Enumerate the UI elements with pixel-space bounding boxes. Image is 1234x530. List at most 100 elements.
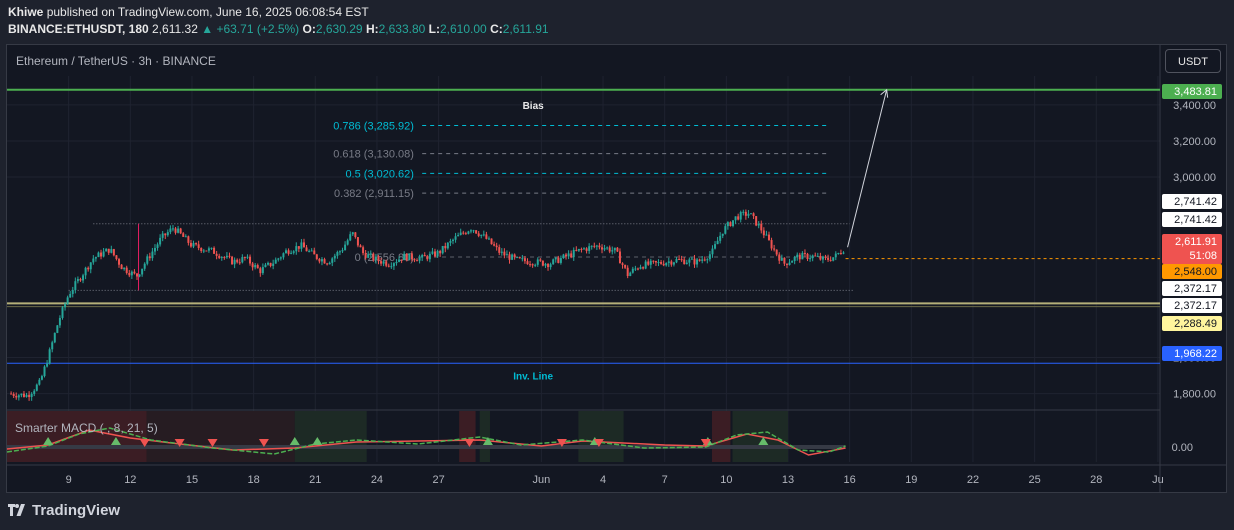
candle-body	[608, 247, 611, 252]
candle-body	[559, 258, 562, 263]
candle-body	[683, 259, 686, 265]
candle-body	[56, 325, 59, 333]
candle-body	[380, 261, 383, 264]
candle-body	[300, 242, 303, 249]
signal-background	[294, 411, 367, 462]
candle-body	[783, 257, 786, 264]
candle-body	[629, 272, 632, 276]
candle-body	[729, 222, 732, 227]
signal-background	[578, 411, 624, 462]
candle-body	[333, 255, 336, 259]
candle-body	[413, 259, 416, 261]
price-tag-label: 2,611.91	[1175, 236, 1217, 248]
candle-body	[338, 251, 341, 253]
candle-body	[647, 261, 650, 265]
candle-body	[446, 242, 449, 249]
signal-background	[711, 411, 731, 462]
candle-body	[654, 260, 657, 263]
candle-body	[143, 263, 146, 269]
candle-body	[606, 247, 609, 249]
candle-body	[451, 239, 454, 241]
candle-body	[308, 250, 311, 252]
x-tick-label: 10	[720, 474, 732, 486]
candle-body	[351, 232, 354, 235]
candle-body	[218, 255, 221, 258]
price-tag-label: 2,372.17	[1174, 300, 1217, 312]
candle-body	[123, 267, 126, 270]
candle-body	[719, 235, 722, 241]
candle-body	[228, 255, 231, 257]
candle-body	[672, 262, 675, 265]
indicator-zero-label: 0.00	[1172, 442, 1193, 454]
candle-body	[130, 271, 133, 276]
x-tick-label: 16	[844, 474, 856, 486]
candle-body	[636, 268, 639, 270]
candle-body	[53, 332, 56, 343]
candle-body	[752, 213, 755, 217]
candle-body	[367, 254, 370, 258]
candle-body	[320, 259, 323, 262]
candle-body	[292, 251, 295, 253]
candle-body	[631, 268, 634, 273]
candle-body	[369, 253, 372, 255]
candle-body	[279, 257, 282, 259]
candle-body	[344, 244, 347, 251]
candle-body	[688, 259, 691, 263]
candle-body	[552, 259, 555, 265]
price-tag-label: 2,741.42	[1174, 214, 1217, 226]
candle-body	[159, 237, 162, 245]
candle-body	[785, 263, 788, 265]
candle-body	[364, 253, 367, 258]
candle-body	[665, 263, 668, 266]
brand-logo[interactable]: TradingView	[8, 502, 120, 519]
candle-body	[61, 307, 64, 318]
candle-body	[254, 265, 257, 268]
candle-body	[390, 266, 393, 268]
candle-body	[570, 253, 573, 258]
candle-body	[287, 250, 290, 254]
candle-body	[698, 259, 701, 261]
candle-body	[624, 264, 627, 268]
candle-body	[112, 249, 115, 256]
projection-arrow-head	[880, 88, 889, 98]
candle-body	[249, 256, 252, 264]
candle-body	[495, 245, 498, 248]
candle-body	[832, 257, 835, 261]
candle-body	[35, 384, 38, 391]
candle-body	[487, 238, 490, 240]
candle-body	[801, 252, 804, 260]
candle-body	[187, 236, 190, 243]
candle-body	[171, 228, 174, 230]
candle-body	[46, 363, 49, 367]
candle-body	[223, 257, 226, 259]
candle-body	[690, 258, 693, 260]
candle-body	[523, 258, 526, 262]
candle-body	[675, 259, 678, 263]
candle-body	[539, 259, 542, 261]
candle-body	[618, 251, 621, 264]
candle-body	[500, 251, 503, 253]
candle-body	[182, 233, 185, 237]
candle-body	[290, 252, 293, 254]
candle-body	[164, 233, 167, 236]
candle-body	[120, 264, 123, 270]
candle-body	[374, 256, 377, 261]
candle-body	[43, 366, 46, 377]
candle-body	[816, 255, 819, 257]
chart-svg[interactable]: 1,800.002,000.003,000.003,200.003,400.00…	[0, 0, 1234, 530]
candle-body	[565, 254, 568, 257]
candle-body	[449, 240, 452, 243]
candle-body	[485, 234, 488, 239]
candle-body	[734, 216, 737, 221]
candle-body	[436, 251, 439, 257]
candle-body	[184, 236, 187, 238]
candle-body	[305, 247, 308, 252]
candle-body	[508, 254, 511, 260]
candle-body	[750, 213, 753, 215]
candle-body	[264, 264, 267, 268]
candle-body	[128, 272, 131, 276]
x-tick-label: 7	[662, 474, 668, 486]
candle-body	[798, 254, 801, 260]
candle-body	[328, 262, 331, 265]
currency-button[interactable]: USDT	[1165, 49, 1221, 73]
